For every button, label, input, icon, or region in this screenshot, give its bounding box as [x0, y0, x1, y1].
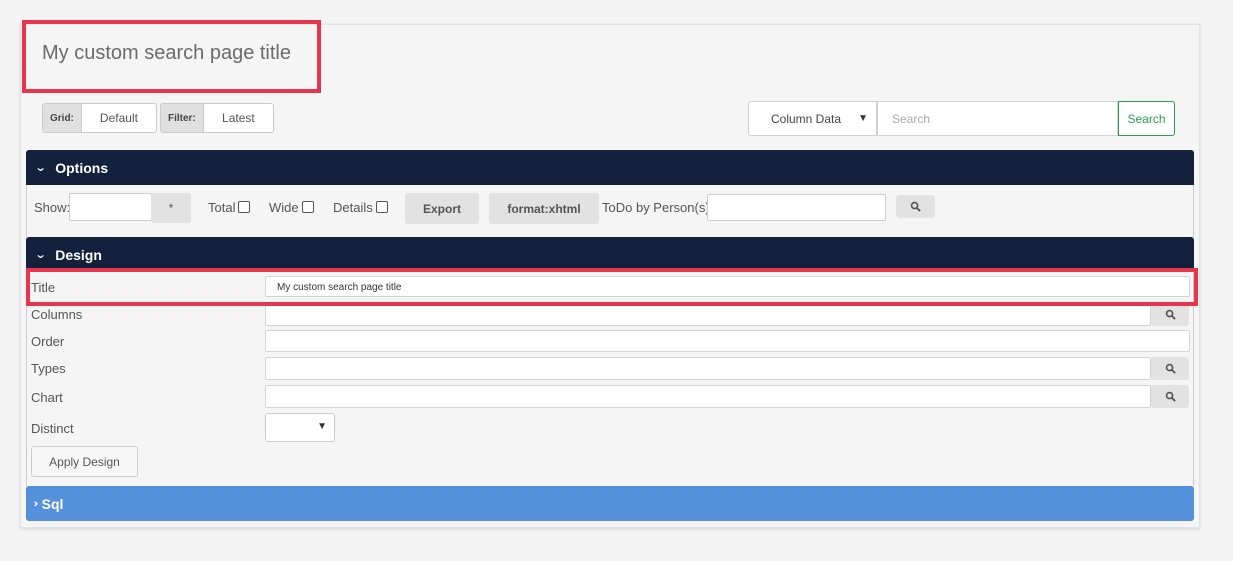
grid-label: Grid:: [43, 104, 82, 132]
total-option[interactable]: Total: [208, 200, 251, 215]
types-field[interactable]: [265, 357, 1151, 380]
search-icon: [1165, 309, 1176, 320]
search-icon: [910, 201, 921, 212]
wide-checkbox[interactable]: [301, 201, 314, 213]
filter-value[interactable]: Latest: [204, 104, 273, 132]
columns-field[interactable]: [265, 303, 1151, 326]
columns-lookup-button[interactable]: [1151, 303, 1189, 326]
options-header[interactable]: ⌄ Options: [26, 150, 1194, 185]
columns-field-label: Columns: [31, 307, 83, 322]
search-input[interactable]: Search: [877, 101, 1118, 136]
details-label: Details: [333, 200, 373, 215]
grid-value[interactable]: Default: [82, 104, 156, 132]
show-input[interactable]: [69, 193, 152, 221]
column-select-value: Column Data: [771, 111, 842, 126]
order-field-label: Order: [31, 334, 65, 349]
design-header[interactable]: ⌄ Design: [26, 237, 1194, 272]
wide-label: Wide: [269, 200, 299, 215]
sql-header-label: Sql: [41, 495, 64, 512]
chevron-down-icon: ⌄: [34, 249, 47, 261]
order-field[interactable]: [265, 330, 1190, 352]
filter-selector[interactable]: Filter: Latest: [160, 103, 274, 133]
grid-selector[interactable]: Grid: Default: [42, 103, 157, 133]
todo-person-input[interactable]: [707, 194, 886, 221]
chart-lookup-button[interactable]: [1151, 385, 1189, 408]
chart-field[interactable]: [265, 385, 1151, 408]
chevron-right-icon: ›: [33, 497, 39, 510]
chevron-down-icon: ⌄: [34, 162, 47, 174]
apply-design-button[interactable]: Apply Design: [31, 446, 138, 477]
search-icon: [1165, 363, 1176, 374]
column-select[interactable]: Column Data ▼: [748, 101, 877, 136]
search-icon: [1165, 391, 1176, 402]
distinct-field-label: Distinct: [31, 421, 74, 436]
chevron-down-icon: ▼: [317, 421, 327, 432]
sql-header[interactable]: › Sql: [26, 486, 1194, 521]
todo-label: ToDo by Person(s): [602, 200, 710, 215]
distinct-select[interactable]: ▼: [265, 413, 335, 442]
filter-label: Filter:: [161, 104, 204, 132]
search-button[interactable]: Search: [1118, 101, 1175, 136]
details-option[interactable]: Details: [333, 200, 388, 215]
export-button[interactable]: Export: [405, 193, 479, 224]
details-checkbox[interactable]: [375, 201, 388, 213]
page-title: My custom search page title: [42, 42, 291, 64]
show-all-button[interactable]: *: [151, 193, 191, 223]
show-label: Show:: [34, 200, 71, 215]
todo-lookup-button[interactable]: [896, 195, 935, 218]
format-button[interactable]: format:xhtml: [489, 193, 599, 224]
total-checkbox[interactable]: [238, 201, 251, 213]
wide-option[interactable]: Wide: [269, 200, 314, 215]
types-field-label: Types: [31, 361, 66, 376]
title-row-highlight-box: [26, 268, 1198, 306]
total-label: Total: [208, 200, 236, 215]
options-header-label: Options: [55, 159, 109, 176]
chart-field-label: Chart: [31, 390, 63, 405]
design-header-label: Design: [55, 246, 102, 263]
chevron-down-icon: ▼: [858, 113, 868, 124]
types-lookup-button[interactable]: [1151, 357, 1189, 380]
